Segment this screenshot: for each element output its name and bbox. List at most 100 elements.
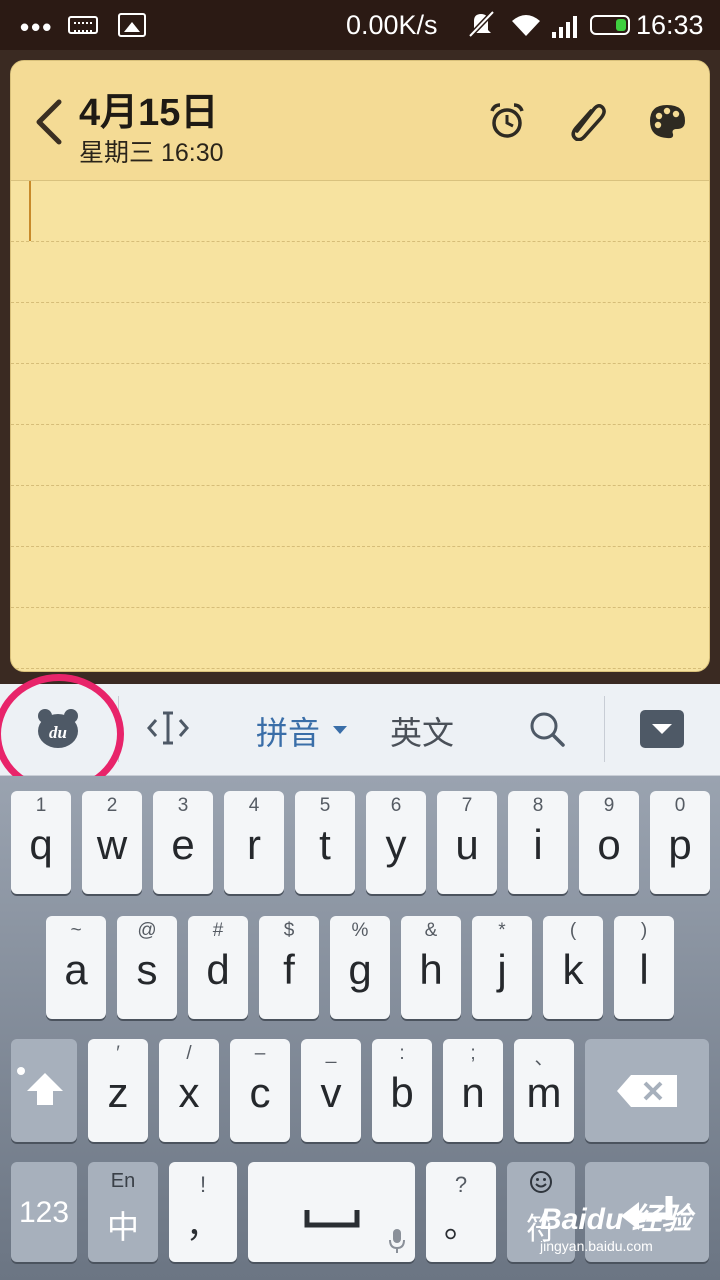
palette-icon[interactable] [647,101,687,141]
key-sub-label: / [186,1043,192,1064]
toolbar-divider [604,696,605,762]
key-sub-label: @ [137,920,157,941]
key-t[interactable]: 5t [295,791,355,894]
key-b[interactable]: :b [372,1039,432,1142]
key-a[interactable]: ~ a [46,916,106,1019]
key-u[interactable]: 7u [437,791,497,894]
key-v[interactable]: _ v [301,1039,361,1142]
key-m[interactable]: 、 m [514,1039,574,1142]
ruled-line [11,485,709,486]
key-sub-label: ~ [70,920,82,941]
attachment-icon[interactable] [567,101,607,141]
key-label: 123 [18,1196,70,1229]
emoji-icon [530,1171,552,1193]
key-sub-label: ) [640,920,648,941]
key-y[interactable]: 6y [366,791,426,894]
key-label: n [461,1069,485,1116]
key-sub-label: 1 [35,795,47,816]
key-label: w [96,821,128,868]
key-label: q [29,821,53,868]
key-w[interactable]: 2w [82,791,142,894]
image-icon [118,13,146,37]
ruled-line [11,363,709,364]
keyboard-icon [68,16,98,34]
backspace-key[interactable] [585,1039,709,1142]
number-mode-key[interactable]: 123 [11,1162,77,1262]
language-switch-key[interactable]: En 中 [88,1162,158,1262]
cursor-move-icon[interactable] [146,708,190,748]
key-sub-label: & [424,920,438,941]
clock: 16:33 [636,10,704,40]
ruled-line [11,241,709,242]
ruled-line [11,607,709,608]
key-sub-label: _ [325,1043,337,1064]
key-l[interactable]: ) l [614,916,674,1019]
key-label: s [136,946,158,993]
key-sub-label: # [212,920,224,941]
key-c[interactable]: – c [230,1039,290,1142]
key-sub-label: – [254,1043,266,1064]
key-label: c [249,1069,271,1116]
key-sub-label: 6 [390,795,402,816]
key-k[interactable]: (k [543,916,603,1019]
key-h[interactable]: & h [401,916,461,1019]
back-icon[interactable] [33,99,63,145]
alarm-icon[interactable] [487,101,527,141]
key-label: t [319,821,331,868]
key-sub-label: % [351,920,369,941]
key-label: k [562,946,584,993]
key-e[interactable]: 3e [153,791,213,894]
key-d[interactable]: # d [188,916,248,1019]
key-j[interactable]: * j [472,916,532,1019]
mute-icon [466,10,496,45]
chevron-down-icon [333,726,347,734]
status-bar: ••• 0.00K/s 16:33 [0,0,720,50]
watermark-url: jingyan.baidu.com [540,1238,653,1254]
key-sub-label: ′ [116,1043,120,1064]
comma-key[interactable]: ! ， [169,1162,237,1262]
period-key[interactable]: ? 。 [426,1162,496,1262]
space-key[interactable] [248,1162,415,1262]
key-label: u [455,821,479,868]
key-sub-label: ( [569,920,577,941]
key-i[interactable]: 8i [508,791,568,894]
key-x[interactable]: / x [159,1039,219,1142]
note-text-area[interactable] [11,181,709,671]
key-sub-label: * [498,920,506,941]
key-q[interactable]: 1q [11,791,71,894]
wifi-icon [512,15,540,36]
key-sub-label: 8 [532,795,544,816]
search-icon[interactable] [528,710,566,748]
key-sub-label: 7 [461,795,473,816]
key-n[interactable]: ; n [443,1039,503,1142]
key-label: l [639,946,649,993]
key-label: 。 [444,1207,478,1245]
collapse-keyboard-icon[interactable] [640,710,684,748]
key-label: 中 [106,1209,139,1245]
key-z[interactable]: ′ z [88,1039,148,1142]
key-label: p [668,821,692,868]
key-o[interactable]: 9o [579,791,639,894]
key-sub-label: 5 [319,795,331,816]
key-label: o [597,821,621,868]
key-sub-label: ? [454,1172,468,1197]
key-p[interactable]: 0p [650,791,710,894]
key-sub-label: $ [283,920,295,941]
key-f[interactable]: $ f [259,916,319,1019]
english-mode-button[interactable]: 英文 [390,708,454,754]
key-sub-label: 4 [248,795,260,816]
watermark-brand: Baidu 经验 [540,1203,692,1236]
shift-key[interactable] [11,1039,77,1142]
key-label: m [526,1069,562,1116]
network-speed: 0.00K/s [346,10,438,40]
key-g[interactable]: % g [330,916,390,1019]
key-s[interactable]: @ s [117,916,177,1019]
key-sub-label: 9 [603,795,615,816]
ruled-line [11,424,709,425]
key-r[interactable]: 4r [224,791,284,894]
pinyin-mode-button[interactable]: 拼音 [256,708,320,754]
ruled-line [11,668,709,669]
key-label: r [247,821,261,868]
key-label: z [107,1069,129,1116]
key-sub-label: : [399,1043,405,1064]
